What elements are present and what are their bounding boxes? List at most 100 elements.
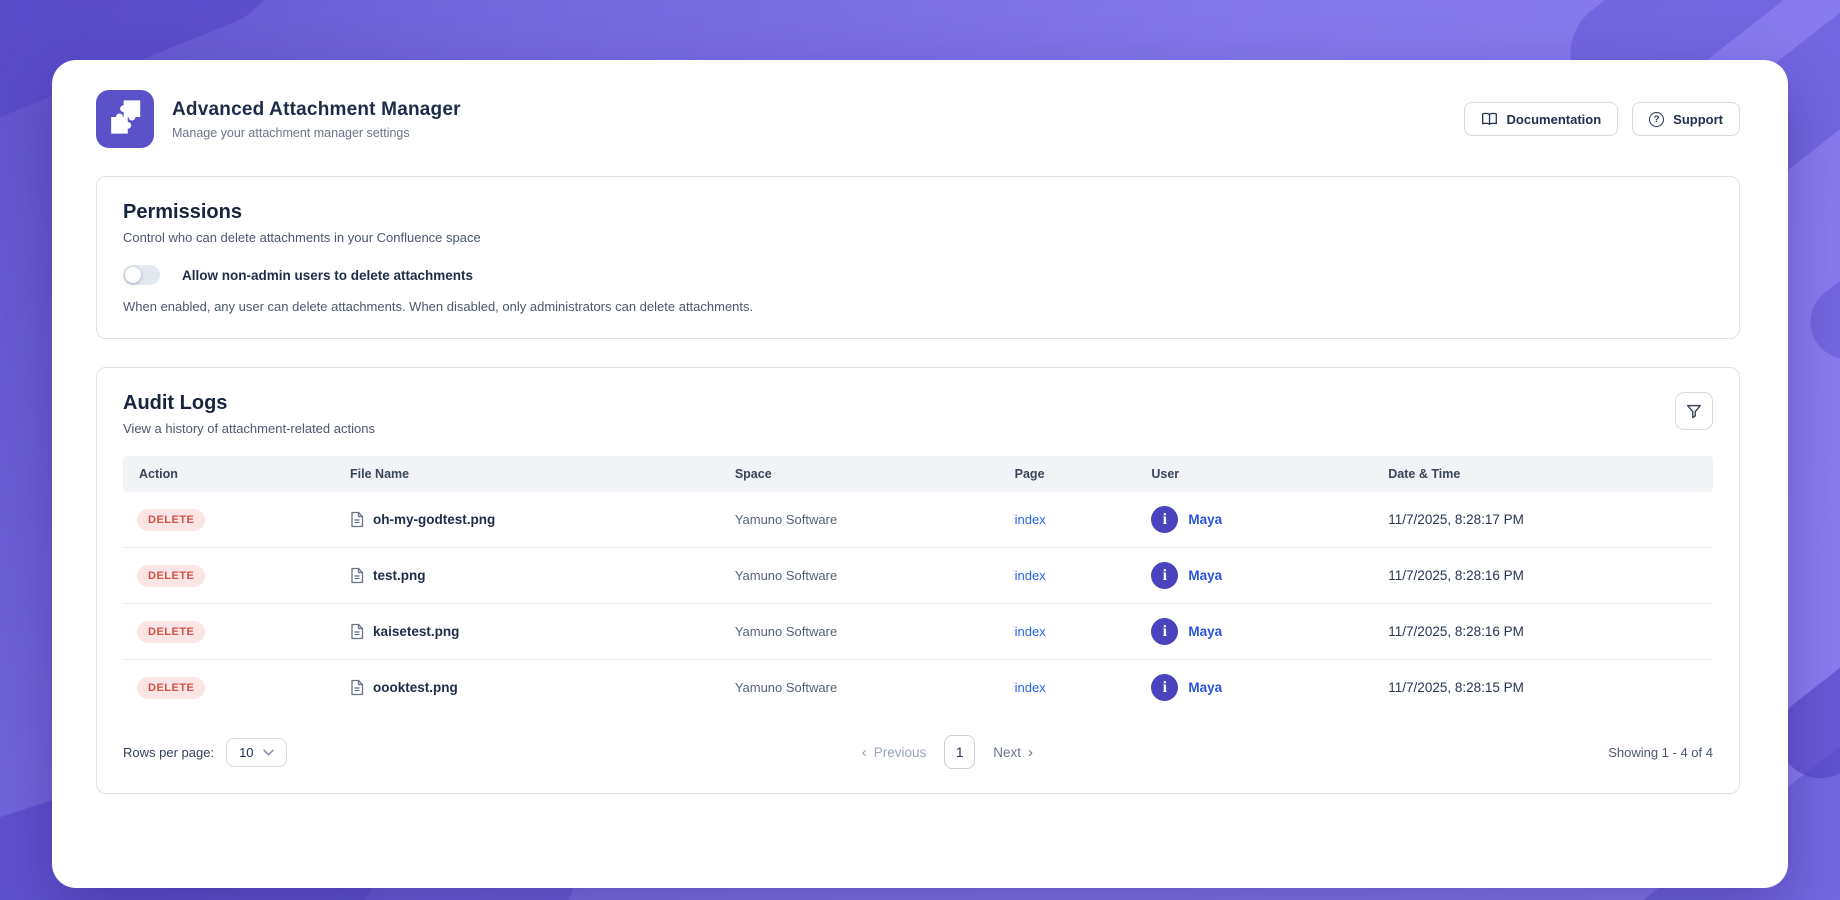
- user-cell: i Maya: [1137, 548, 1374, 604]
- user-avatar: i: [1151, 562, 1178, 589]
- delete-badge: DELETE: [137, 565, 205, 587]
- action-cell: DELETE: [123, 660, 336, 716]
- file-icon: [350, 679, 364, 696]
- chevron-right-icon: ›: [1028, 745, 1033, 760]
- rows-per-page-value: 10: [239, 745, 253, 760]
- help-icon: ?: [1649, 112, 1664, 127]
- page-link[interactable]: index: [1015, 568, 1046, 583]
- date-cell: 11/7/2025, 8:28:16 PM: [1374, 604, 1713, 660]
- action-cell: DELETE: [123, 492, 336, 548]
- file-icon: [350, 511, 364, 528]
- column-header-user: User: [1137, 456, 1374, 492]
- book-icon: [1481, 112, 1498, 126]
- file-name: test.png: [373, 568, 426, 583]
- user-name: Maya: [1188, 512, 1222, 527]
- file-cell: kaisetest.png: [336, 604, 721, 660]
- previous-label: Previous: [874, 745, 927, 760]
- table-row: DELETE oh-my-godtest.png: [123, 492, 1713, 548]
- action-cell: DELETE: [123, 604, 336, 660]
- chevron-left-icon: ‹: [862, 745, 867, 760]
- permissions-subtitle: Control who can delete attachments in yo…: [123, 230, 1713, 245]
- file-name: oh-my-godtest.png: [373, 512, 495, 527]
- page-link[interactable]: index: [1015, 624, 1046, 639]
- rows-per-page: Rows per page: 10: [123, 738, 287, 767]
- rows-per-page-label: Rows per page:: [123, 745, 214, 760]
- app-titles: Advanced Attachment Manager Manage your …: [172, 99, 1464, 140]
- date-cell: 11/7/2025, 8:28:17 PM: [1374, 492, 1713, 548]
- date-time: 11/7/2025, 8:28:16 PM: [1388, 624, 1524, 639]
- file-cell: oh-my-godtest.png: [336, 492, 721, 548]
- delete-badge: DELETE: [137, 621, 205, 643]
- app-logo: [96, 90, 154, 148]
- pagination: ‹ Previous 1 Next ›: [862, 735, 1033, 769]
- space-name: Yamuno Software: [735, 624, 837, 639]
- app-window: Advanced Attachment Manager Manage your …: [52, 60, 1788, 888]
- table-row: DELETE oooktest.png: [123, 660, 1713, 716]
- column-header-page: Page: [1001, 456, 1138, 492]
- next-page-button[interactable]: Next ›: [993, 745, 1033, 760]
- app-header: Advanced Attachment Manager Manage your …: [96, 90, 1740, 148]
- user-cell: i Maya: [1137, 660, 1374, 716]
- permissions-section: Permissions Control who can delete attac…: [96, 176, 1740, 339]
- audit-logs-section: Audit Logs View a history of attachment-…: [96, 367, 1740, 794]
- header-actions: Documentation ? Support: [1464, 102, 1740, 136]
- page-cell: index: [1001, 604, 1138, 660]
- permissions-title: Permissions: [123, 201, 1713, 224]
- previous-page-button[interactable]: ‹ Previous: [862, 745, 927, 760]
- audit-logs-header: Audit Logs View a history of attachment-…: [123, 392, 1713, 436]
- page-cell: index: [1001, 660, 1138, 716]
- space-cell: Yamuno Software: [721, 492, 1001, 548]
- file-cell: oooktest.png: [336, 660, 721, 716]
- column-header-space: Space: [721, 456, 1001, 492]
- user-avatar: i: [1151, 674, 1178, 701]
- permissions-toggle-row: Allow non-admin users to delete attachme…: [123, 265, 1713, 285]
- puzzle-icon: [107, 99, 143, 140]
- space-name: Yamuno Software: [735, 512, 837, 527]
- filter-button[interactable]: [1675, 392, 1713, 430]
- table-body: DELETE oh-my-godtest.png: [123, 492, 1713, 715]
- space-cell: Yamuno Software: [721, 604, 1001, 660]
- rows-per-page-select[interactable]: 10: [226, 738, 286, 767]
- showing-count: Showing 1 - 4 of 4: [1608, 745, 1713, 760]
- documentation-button-label: Documentation: [1507, 112, 1602, 127]
- user-name: Maya: [1188, 624, 1222, 639]
- table-row: DELETE test.png: [123, 548, 1713, 604]
- delete-badge: DELETE: [137, 677, 205, 699]
- file-icon: [350, 623, 364, 640]
- audit-logs-title: Audit Logs: [123, 392, 375, 415]
- date-time: 11/7/2025, 8:28:15 PM: [1388, 680, 1524, 695]
- date-time: 11/7/2025, 8:28:16 PM: [1388, 568, 1524, 583]
- space-cell: Yamuno Software: [721, 660, 1001, 716]
- column-header-action: Action: [123, 456, 336, 492]
- background-stripe: [1796, 180, 1840, 374]
- page-link[interactable]: index: [1015, 680, 1046, 695]
- page-title: Advanced Attachment Manager: [172, 99, 1464, 121]
- chevron-down-icon: [263, 749, 274, 756]
- user-avatar: i: [1151, 506, 1178, 533]
- next-label: Next: [993, 745, 1021, 760]
- file-cell: test.png: [336, 548, 721, 604]
- filter-icon: [1685, 402, 1703, 420]
- documentation-button[interactable]: Documentation: [1464, 102, 1619, 136]
- user-name: Maya: [1188, 680, 1222, 695]
- support-button-label: Support: [1673, 112, 1723, 127]
- toggle-knob: [125, 267, 141, 283]
- column-header-date-time: Date & Time: [1374, 456, 1713, 492]
- audit-logs-table: Action File Name Space Page User Date & …: [123, 456, 1713, 715]
- action-cell: DELETE: [123, 548, 336, 604]
- user-cell: i Maya: [1137, 604, 1374, 660]
- delete-badge: DELETE: [137, 509, 205, 531]
- file-icon: [350, 567, 364, 584]
- non-admin-delete-toggle[interactable]: [123, 265, 160, 285]
- audit-logs-subtitle: View a history of attachment-related act…: [123, 421, 375, 436]
- table-header-row: Action File Name Space Page User Date & …: [123, 456, 1713, 492]
- page-link[interactable]: index: [1015, 512, 1046, 527]
- user-name: Maya: [1188, 568, 1222, 583]
- user-cell: i Maya: [1137, 492, 1374, 548]
- page-number-button[interactable]: 1: [944, 735, 975, 769]
- table-footer: Rows per page: 10 ‹ Previous 1 Next ›: [123, 735, 1713, 769]
- permissions-description: When enabled, any user can delete attach…: [123, 299, 1713, 314]
- support-button[interactable]: ? Support: [1632, 102, 1740, 136]
- date-cell: 11/7/2025, 8:28:15 PM: [1374, 660, 1713, 716]
- space-name: Yamuno Software: [735, 680, 837, 695]
